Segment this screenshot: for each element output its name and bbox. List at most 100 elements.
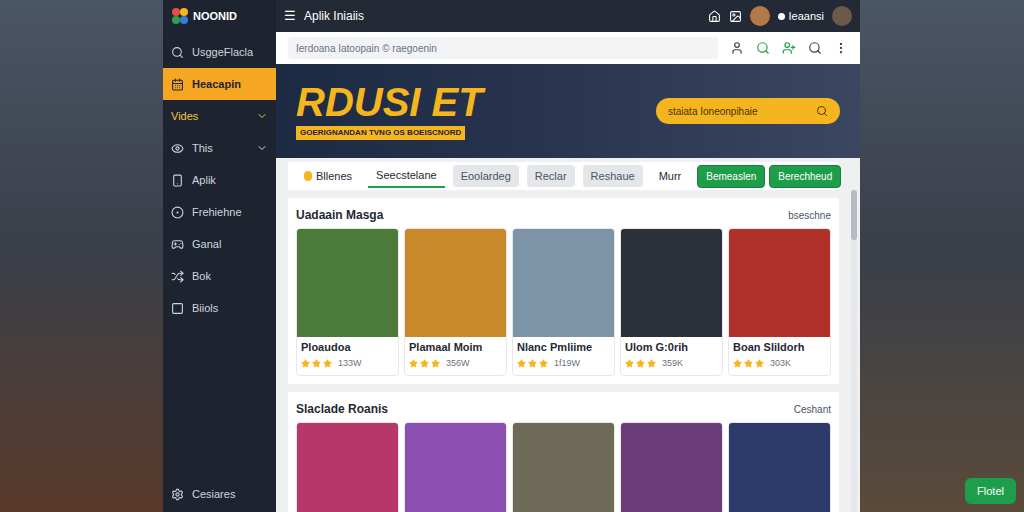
star-icon [625, 359, 634, 368]
main: ☰ Aplik Iniaiis Ieaansi Ierdoana Iatoopain … [276, 0, 860, 512]
star-icon [744, 359, 753, 368]
logo[interactable]: NOONID [163, 0, 276, 32]
game-card[interactable]: Boan Slildorh 303K [728, 228, 831, 376]
sidebar-item-icon [171, 270, 184, 283]
section: Uadaain MasgabseschnePloaudoa133WPlamaal… [288, 198, 839, 384]
banner: RDUSI ET GOERIGNANDAN TVNG OS BOEISCNORD s… [276, 64, 860, 158]
star-icon [528, 359, 537, 368]
sidebar-item[interactable]: Aplik [163, 164, 276, 196]
sidebar-item[interactable]: Heacapin [163, 68, 276, 100]
star-icon [539, 359, 548, 368]
game-card[interactable] [404, 422, 507, 512]
sidebar-item[interactable]: This [163, 132, 276, 164]
sidebar-item[interactable]: Ganal [163, 228, 276, 260]
tab-bar: Bllenes Seecstelane Eoolardeg Reclar Reshaue… [288, 162, 839, 190]
game-count: 133W [338, 357, 362, 371]
game-card[interactable] [296, 422, 399, 512]
scrollbar[interactable] [851, 190, 857, 512]
star-icon [636, 359, 645, 368]
game-cover [297, 423, 398, 512]
card-grid [296, 422, 831, 512]
game-cover [405, 229, 506, 337]
settings-icon [171, 488, 184, 501]
star-icon [647, 359, 656, 368]
search-bar: Ierdoana Iatoopain © raegoenin [276, 32, 860, 64]
search-field[interactable]: Ierdoana Iatoopain © raegoenin [288, 37, 718, 59]
logo-icon [171, 7, 189, 25]
avatar[interactable] [750, 6, 770, 26]
game-count: 359K [662, 357, 683, 371]
sidebar: NOONID UsggeFlaclaHeacapinVidesThisAplikF… [163, 0, 276, 512]
star-icon [301, 359, 310, 368]
game-cover [513, 423, 614, 512]
action-button[interactable]: Bemeaslen [697, 165, 765, 188]
banner-subtitle: GOERIGNANDAN TVNG OS BOEISCNORD [296, 126, 465, 140]
section: Slaclade Roanis Ceshant [288, 392, 839, 512]
game-title: Plamaal Moim [409, 341, 502, 355]
tab[interactable]: Eoolardeg [453, 165, 519, 188]
user-menu[interactable]: Ieaansi [778, 8, 824, 25]
action-button[interactable]: Berechheud [769, 165, 841, 188]
star-icon [517, 359, 526, 368]
sidebar-item[interactable]: Vides [163, 100, 276, 132]
section-link[interactable]: Ceshant [794, 402, 831, 417]
game-card[interactable] [728, 422, 831, 512]
sidebar-item-icon [171, 238, 184, 251]
game-cover [729, 229, 830, 337]
background-left [0, 0, 163, 512]
game-cover [513, 229, 614, 337]
sidebar-item[interactable]: Biiols [163, 292, 276, 324]
sidebar-item-icon [171, 174, 184, 187]
star-icon [431, 359, 440, 368]
tab[interactable]: Murr [651, 165, 690, 188]
tab[interactable]: Reclar [527, 165, 575, 188]
chevron-down-icon [256, 110, 268, 122]
section-title: Slaclade Roanis [296, 400, 388, 418]
app-title: Aplik Iniaiis [304, 7, 364, 25]
user-icon[interactable] [730, 41, 744, 55]
menu-button[interactable]: ☰ [284, 6, 296, 26]
game-card[interactable]: Ploaudoa 133W [296, 228, 399, 376]
page: NOONIDUsggeFlaclaHeacapinVidesThisAplikF… [0, 0, 1024, 512]
game-card[interactable] [620, 422, 723, 512]
search-icon[interactable] [808, 41, 822, 55]
user-plus-icon[interactable] [782, 41, 796, 55]
sidebar-item-icon [171, 46, 184, 59]
tab[interactable]: Bllenes [296, 165, 360, 188]
search-icon[interactable] [756, 41, 770, 55]
sidebar-item-icon [171, 142, 184, 155]
sidebar-item-icon [171, 78, 184, 91]
game-title: Nlanc Pmliime [517, 341, 610, 355]
banner-search[interactable]: staiata Ioneonpihaie [656, 98, 840, 124]
sidebar-item-icon [171, 302, 184, 315]
tab-icon [304, 171, 312, 181]
game-card[interactable] [512, 422, 615, 512]
section-link[interactable]: bseschne [788, 208, 831, 223]
game-title: Ulom G:0rih [625, 341, 718, 355]
tab[interactable]: Seecstelane [368, 164, 445, 189]
game-card[interactable]: Nlanc Pmliime1f19W [512, 228, 615, 376]
game-card[interactable]: Ulom G:0rih 359K [620, 228, 723, 376]
home-icon[interactable] [708, 10, 721, 23]
game-title: Boan Slildorh [733, 341, 826, 355]
banner-title: RDUSI ET [296, 82, 483, 122]
star-icon [323, 359, 332, 368]
sidebar-item[interactable]: Frehiehne [163, 196, 276, 228]
scrollbar-thumb[interactable] [851, 190, 857, 240]
game-count: 303K [770, 357, 791, 371]
game-cover [405, 423, 506, 512]
sidebar-item-icon [171, 206, 184, 219]
sidebar-item[interactable]: UsggeFlacla [163, 36, 276, 68]
star-icon [312, 359, 321, 368]
tab[interactable]: Reshaue [583, 165, 643, 188]
more-icon[interactable] [834, 41, 848, 55]
sidebar-item[interactable]: Bok [163, 260, 276, 292]
image-icon[interactable] [729, 10, 742, 23]
avatar[interactable] [832, 6, 852, 26]
sidebar-footer[interactable]: Cesiares [163, 480, 276, 508]
game-title: Ploaudoa [301, 341, 394, 355]
star-icon [733, 359, 742, 368]
star-icon [409, 359, 418, 368]
float-button[interactable]: Flotel [965, 478, 1016, 505]
game-card[interactable]: Plamaal Moim356W [404, 228, 507, 376]
